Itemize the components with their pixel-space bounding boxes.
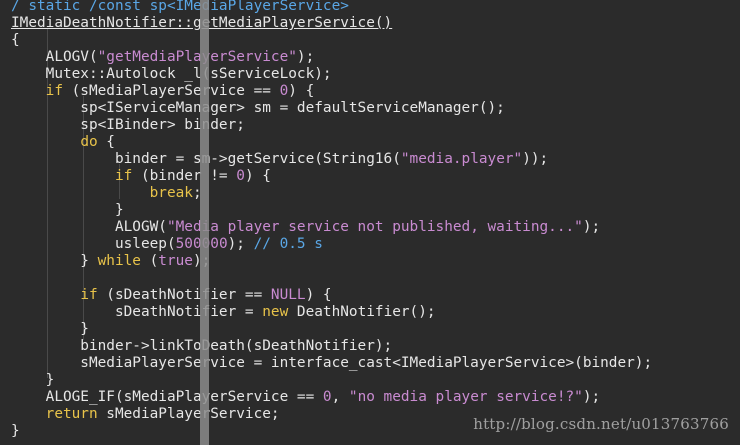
- token-default: );: [227, 236, 254, 252]
- code-line: } while (true);: [11, 253, 210, 270]
- token-default: (binder !=: [132, 168, 237, 184]
- token-kw: return: [45, 406, 98, 422]
- token-default: [11, 83, 46, 99]
- token-kw: break: [149, 185, 193, 201]
- token-default: sMediaPlayerService = interface_cast<IMe…: [11, 355, 653, 371]
- token-num: true: [158, 253, 193, 269]
- code-line: sp<IBinder> binder;: [11, 117, 245, 134]
- token-kw: do: [80, 134, 98, 150]
- token-comment: // 0.5 s: [253, 236, 323, 252]
- token-str: "no media player service!?": [348, 389, 583, 405]
- code-line: ALOGW("Media player service not publishe…: [11, 219, 600, 236]
- token-default: );: [582, 219, 601, 235]
- token-default: ALOGV(: [11, 49, 98, 65]
- code-line: ALOGV("getMediaPlayerService");: [11, 49, 315, 66]
- code-line: do {: [11, 134, 115, 151]
- token-default: [11, 168, 115, 184]
- token-kw: if: [114, 168, 133, 184]
- token-default: }: [11, 321, 89, 337]
- token-default: sp<IBinder> binder;: [11, 117, 245, 133]
- token-default: {: [97, 134, 115, 150]
- code-line: }: [11, 372, 55, 389]
- code-line: ALOGE_IF(sMediaPlayerService == 0, "no m…: [11, 389, 601, 406]
- token-default: [11, 134, 80, 150]
- token-default: ALOGE_IF(sMediaPlayerService ==: [11, 389, 323, 405]
- code-line: sp<IServiceManager> sm = defaultServiceM…: [11, 100, 505, 117]
- token-num: 0: [322, 389, 332, 405]
- token-default: ALOGW(: [11, 219, 167, 235]
- token-default: }: [11, 202, 124, 218]
- code-line: sDeathNotifier = new DeathNotifier();: [11, 304, 436, 321]
- code-line: break;: [11, 185, 202, 202]
- code-line: if (binder != 0) {: [11, 168, 271, 185]
- code-line: }: [11, 202, 124, 219]
- token-kw: while: [97, 253, 141, 269]
- token-num: 0: [236, 168, 245, 184]
- token-default: DeathNotifier();: [288, 304, 436, 320]
- token-default: [11, 185, 150, 201]
- code-line: binder = sm->getService(String16("media.…: [11, 151, 548, 168]
- token-default: sp<IServiceManager> sm = defaultServiceM…: [11, 100, 505, 116]
- token-str: "Media player service not published, wai…: [166, 219, 583, 235]
- token-default: ) {: [305, 287, 332, 303]
- token-default: );: [296, 49, 315, 65]
- token-kw: new: [262, 304, 289, 320]
- token-str: "getMediaPlayerService": [97, 49, 297, 65]
- token-default: }: [11, 253, 98, 269]
- token-kw: if: [80, 287, 98, 303]
- token-default: }: [11, 372, 55, 388]
- token-default: }: [11, 423, 20, 439]
- code-line: if (sMediaPlayerService == 0) {: [11, 83, 315, 100]
- code-line: sMediaPlayerService = interface_cast<IMe…: [11, 355, 652, 372]
- code-line: if (sDeathNotifier == NULL) {: [11, 287, 332, 304]
- token-num: 0: [279, 83, 289, 99]
- code-line: }: [11, 321, 89, 338]
- token-default: );: [582, 389, 601, 405]
- code-line: }: [11, 423, 20, 440]
- token-kw: if: [45, 83, 63, 99]
- token-default: sMediaPlayerService;: [97, 406, 280, 422]
- code-editor[interactable]: / static /const sp<IMediaPlayerService>I…: [0, 0, 740, 445]
- token-default: ) {: [244, 168, 271, 184]
- token-default: Mutex::Autolock _l(sServiceLock);: [11, 66, 332, 82]
- token-default: ));: [522, 151, 549, 167]
- token-default: ,: [331, 389, 349, 405]
- token-default: [11, 287, 80, 303]
- token-default: (: [140, 253, 159, 269]
- token-str: "media.player": [400, 151, 523, 167]
- code-line: {: [11, 32, 20, 49]
- watermark: http://blog.csdn.net/u013763766: [473, 415, 729, 433]
- code-line: usleep(500000); // 0.5 s: [11, 236, 323, 253]
- token-comment: / static /const sp<IMediaPlayerService>: [11, 0, 349, 14]
- cursor-column-highlight: [200, 0, 209, 445]
- code-line: return sMediaPlayerService;: [11, 406, 280, 423]
- code-line: Mutex::Autolock _l(sServiceLock);: [11, 66, 332, 83]
- token-default: ) {: [288, 83, 315, 99]
- code-line: / static /const sp<IMediaPlayerService>: [11, 0, 349, 15]
- token-default: [11, 406, 46, 422]
- token-num: NULL: [270, 287, 306, 303]
- token-default: {: [11, 32, 20, 48]
- token-default: usleep(: [11, 236, 176, 252]
- token-default: sDeathNotifier =: [11, 304, 263, 320]
- token-default: (sMediaPlayerService ==: [62, 83, 280, 99]
- token-default: (sDeathNotifier ==: [97, 287, 271, 303]
